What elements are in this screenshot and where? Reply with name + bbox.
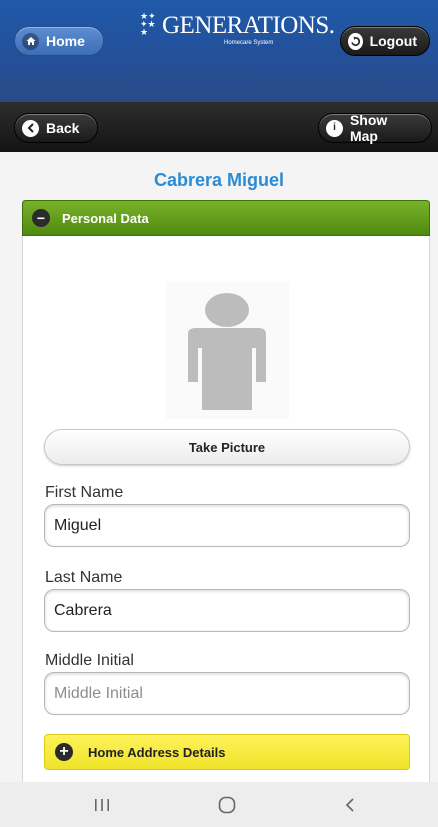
person-silhouette-icon: [188, 293, 266, 410]
middle-initial-label: Middle Initial: [45, 652, 134, 669]
last-name-field[interactable]: [44, 589, 410, 632]
minus-icon: −: [32, 209, 50, 227]
avatar: [166, 282, 289, 419]
toolbar: Back i Show Map: [0, 102, 438, 152]
home-address-label: Home Address Details: [88, 744, 226, 760]
page-title: Cabrera Miguel: [153, 170, 285, 190]
show-map-button[interactable]: i Show Map: [318, 112, 432, 144]
back-nav-button[interactable]: [310, 782, 390, 827]
logout-icon: [348, 32, 363, 50]
app-header: Home ★✦ ✦★ ★ GENERATIONS. Homecare System …: [0, 0, 438, 102]
back-button[interactable]: Back: [14, 113, 98, 143]
recent-apps-button[interactable]: [62, 782, 142, 827]
home-button-label: Home: [46, 33, 85, 49]
info-icon: i: [326, 119, 343, 137]
personal-data-header[interactable]: − Personal Data: [22, 200, 430, 236]
main-content[interactable]: Cabrera Miguel − Personal Data Take Pict…: [0, 152, 438, 800]
middle-initial-field[interactable]: [44, 672, 410, 715]
logout-button-label: Logout: [369, 33, 417, 49]
system-nav-bar: [0, 782, 438, 827]
plus-icon: +: [55, 743, 73, 761]
logo-stars-icon: ★✦ ✦★ ★: [140, 11, 156, 37]
take-picture-button[interactable]: Take Picture: [44, 429, 410, 465]
home-address-header[interactable]: + Home Address Details: [44, 734, 410, 770]
generations-logo: ★✦ ✦★ ★ GENERATIONS. Homecare System: [140, 10, 335, 52]
recent-apps-icon: [95, 798, 109, 811]
logo-subtext: Homecare System: [224, 40, 274, 46]
back-button-label: Back: [46, 120, 80, 136]
logo-text: GENERATIONS.: [162, 12, 335, 39]
last-name-label: Last Name: [45, 569, 123, 586]
back-chevron-icon: [345, 797, 354, 812]
show-map-button-label: Show Map: [349, 112, 388, 144]
logout-button[interactable]: Logout: [340, 26, 430, 56]
home-nav-button[interactable]: [187, 782, 267, 827]
first-name-label: First Name: [45, 484, 124, 501]
chevron-left-icon: [22, 119, 39, 137]
first-name-field[interactable]: [44, 504, 410, 547]
personal-data-label: Personal Data: [62, 210, 149, 226]
home-button[interactable]: Home: [14, 26, 104, 56]
home-circle-icon: [218, 796, 236, 813]
home-icon: [22, 32, 39, 50]
